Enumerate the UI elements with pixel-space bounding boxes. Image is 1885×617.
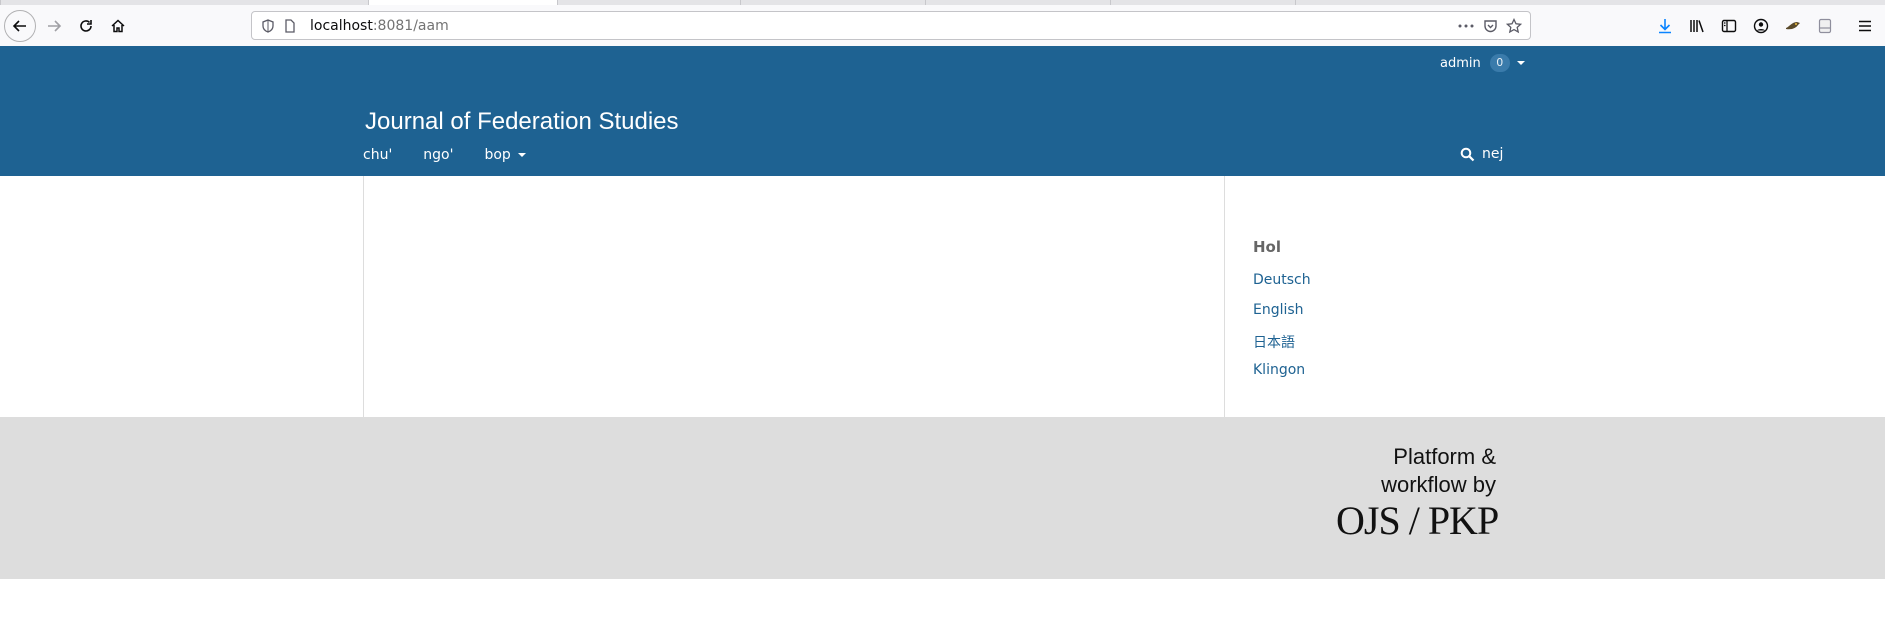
shield-icon[interactable] (260, 18, 276, 34)
library-icon (1690, 20, 1704, 33)
nav-item-bop[interactable]: bop (484, 147, 526, 163)
extension-icon (1786, 22, 1800, 30)
main-content (363, 176, 1225, 417)
search-icon (1460, 147, 1475, 161)
more-icon[interactable] (1458, 18, 1474, 34)
reload-button[interactable] (70, 10, 102, 42)
menu-icon (1859, 20, 1871, 32)
forward-icon (48, 20, 62, 32)
site-header: admin 0 Journal of Federation Studies ch… (0, 46, 1885, 176)
back-button[interactable] (4, 10, 36, 42)
language-link-deutsch[interactable]: Deutsch (1253, 272, 1311, 288)
pocket-icon[interactable] (1482, 18, 1498, 34)
list-item: English (1253, 302, 1311, 332)
account-button[interactable] (1745, 10, 1777, 42)
list-item: Klingon (1253, 362, 1311, 392)
reload-icon (80, 20, 92, 32)
forward-button[interactable] (38, 10, 70, 42)
account-icon (1753, 18, 1769, 34)
reader-button[interactable] (1809, 10, 1841, 42)
language-link-english[interactable]: English (1253, 302, 1304, 318)
user-name[interactable]: admin (1440, 56, 1481, 71)
downloads-button[interactable] (1649, 10, 1681, 42)
language-block-heading: Hol (1253, 238, 1282, 256)
url-path: :8081/aam (372, 18, 449, 34)
download-icon (1659, 19, 1671, 34)
nav-item-label: ngo' (423, 147, 454, 163)
ojs-pkp-logo: OJS / PKP (1336, 498, 1499, 543)
nav-item-label: bop (484, 147, 511, 163)
site-title[interactable]: Journal of Federation Studies (365, 108, 679, 136)
content-area: Hol Deutsch English 日本語 Klingon (0, 176, 1885, 417)
address-bar[interactable]: localhost:8081/aam (251, 11, 1531, 40)
page-icon[interactable] (282, 18, 298, 34)
browser-toolbar: localhost:8081/aam (0, 5, 1885, 47)
nav-item-chu[interactable]: chu' (363, 147, 392, 163)
user-menu[interactable]: admin 0 (1440, 54, 1525, 72)
back-icon (12, 20, 26, 32)
notification-badge: 0 (1489, 54, 1510, 72)
language-link-klingon[interactable]: Klingon (1253, 362, 1305, 378)
search-label: nej (1482, 146, 1504, 162)
caret-down-icon (517, 153, 526, 157)
language-list: Deutsch English 日本語 Klingon (1253, 272, 1311, 392)
sidebar-button[interactable] (1713, 10, 1745, 42)
site-footer: Platform & workflow by OJS / PKP (0, 417, 1885, 579)
home-icon (111, 19, 125, 33)
library-button[interactable] (1681, 10, 1713, 42)
caret-down-icon[interactable] (1516, 61, 1525, 65)
reader-icon (1818, 18, 1832, 34)
extension-button[interactable] (1777, 10, 1809, 42)
brand-line-2: workflow by (1381, 472, 1496, 497)
home-button[interactable] (102, 10, 134, 42)
star-icon[interactable] (1506, 18, 1522, 34)
url-host: localhost (310, 18, 373, 34)
nav-item-ngo[interactable]: ngo' (423, 147, 453, 163)
search-link[interactable]: nej (1460, 146, 1503, 162)
nav-item-label: chu' (363, 147, 393, 163)
list-item: Deutsch (1253, 272, 1311, 302)
menu-button[interactable] (1849, 10, 1881, 42)
list-item: 日本語 (1253, 332, 1311, 362)
primary-nav: chu' ngo' bop (363, 147, 557, 163)
brand-line-1: Platform & (1393, 444, 1496, 469)
url-text[interactable]: localhost:8081/aam (310, 18, 449, 34)
sidebar-icon (1721, 19, 1737, 33)
language-link-japanese[interactable]: 日本語 (1253, 335, 1295, 351)
pkp-brand-link[interactable]: Platform & workflow by OJS / PKP (1336, 443, 1499, 543)
